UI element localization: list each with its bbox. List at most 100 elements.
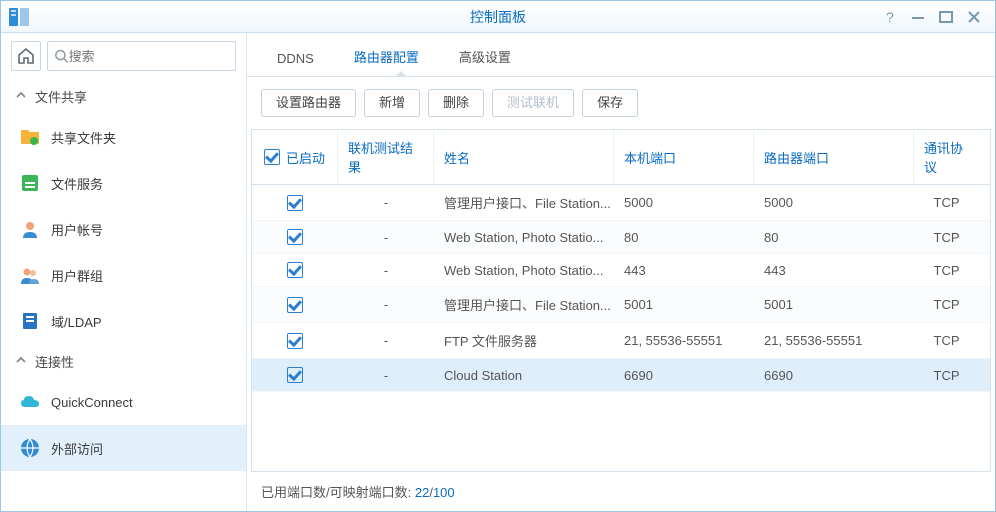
svg-text:?: ? [886, 10, 894, 24]
cell-local: 5001 [614, 287, 754, 322]
delete-button[interactable]: 删除 [428, 89, 484, 117]
table-row[interactable]: -管理用户接口、File Station...50005000TCP [252, 185, 990, 221]
tab-advanced[interactable]: 高级设置 [439, 37, 531, 76]
app-icon [5, 3, 33, 31]
folder-share-icon [19, 126, 41, 148]
cell-name: 管理用户接口、File Station... [434, 185, 614, 220]
cell-local: 21, 55536-55551 [614, 323, 754, 358]
test-connection-button[interactable]: 测试联机 [492, 89, 574, 117]
file-services-icon [19, 172, 41, 194]
titlebar: 控制面板 ? [1, 1, 995, 33]
cell-router: 443 [754, 254, 914, 286]
close-button[interactable] [965, 8, 983, 26]
checkbox[interactable] [287, 297, 303, 313]
user-icon [19, 218, 41, 240]
search-input[interactable] [69, 49, 229, 64]
cell-test: - [338, 221, 434, 253]
cell-router: 6690 [754, 359, 914, 391]
cell-local: 6690 [614, 359, 754, 391]
checkbox-header[interactable] [264, 149, 280, 165]
home-button[interactable] [11, 41, 41, 71]
sidebar-item-label: 外部访问 [51, 439, 103, 458]
checkbox[interactable] [287, 333, 303, 349]
sidebar-item-file-services[interactable]: 文件服务 [1, 160, 246, 206]
main-panel: DDNS 路由器配置 高级设置 设置路由器 新增 删除 测试联机 保存 已启动 … [247, 33, 995, 511]
checkbox[interactable] [287, 262, 303, 278]
tab-ddns[interactable]: DDNS [257, 41, 334, 76]
cell-name: Cloud Station [434, 359, 614, 391]
maximize-button[interactable] [937, 8, 955, 26]
col-name[interactable]: 姓名 [434, 130, 614, 184]
cell-protocol: TCP [914, 287, 979, 322]
sidebar-item-domain-ldap[interactable]: 域/LDAP [1, 298, 246, 344]
cell-test: - [338, 323, 434, 358]
sidebar-item-user[interactable]: 用户帐号 [1, 206, 246, 252]
cell-local: 443 [614, 254, 754, 286]
cell-router: 5001 [754, 287, 914, 322]
sidebar-item-label: 用户群组 [51, 266, 103, 285]
ldap-icon [19, 310, 41, 332]
search-wrap[interactable] [47, 41, 236, 71]
ports-used: 22 [415, 485, 429, 500]
sidebar-item-label: 用户帐号 [51, 220, 103, 239]
col-local-port[interactable]: 本机端口 [614, 130, 754, 184]
sidebar-item-external-access[interactable]: 外部访问 [1, 425, 246, 471]
checkbox[interactable] [287, 229, 303, 245]
checkbox[interactable] [287, 195, 303, 211]
sidebar: 文件共享 共享文件夹 文件服务 用户帐号 用户群组 域/LDAP [1, 33, 247, 511]
col-test-result[interactable]: 联机测试结果 [338, 130, 434, 184]
group-icon [19, 264, 41, 286]
sidebar-item-quickconnect[interactable]: QuickConnect [1, 379, 246, 425]
cell-local: 5000 [614, 185, 754, 220]
cell-test: - [338, 254, 434, 286]
chevron-up-icon [15, 354, 27, 369]
cell-name: FTP 文件服务器 [434, 323, 614, 358]
cell-test: - [338, 287, 434, 322]
cell-router: 80 [754, 221, 914, 253]
category-label: 文件共享 [35, 87, 87, 106]
col-enabled[interactable]: 已启动 [252, 130, 338, 184]
tab-router-config[interactable]: 路由器配置 [334, 37, 439, 76]
create-button[interactable]: 新增 [364, 89, 420, 117]
sidebar-item-shared-folder[interactable]: 共享文件夹 [1, 114, 246, 160]
ports-total: 100 [433, 485, 455, 500]
save-button[interactable]: 保存 [582, 89, 638, 117]
globe-icon [19, 437, 41, 459]
cell-test: - [338, 359, 434, 391]
cell-router: 5000 [754, 185, 914, 220]
help-button[interactable]: ? [881, 8, 899, 26]
table-row[interactable]: -Web Station, Photo Statio...8080TCP [252, 221, 990, 254]
sidebar-item-group[interactable]: 用户群组 [1, 252, 246, 298]
cell-protocol: TCP [914, 221, 979, 253]
category-connectivity[interactable]: 连接性 [1, 344, 246, 379]
cell-router: 21, 55536-55551 [754, 323, 914, 358]
cell-name: Web Station, Photo Statio... [434, 254, 614, 286]
table-row[interactable]: -Web Station, Photo Statio...443443TCP [252, 254, 990, 287]
cell-name: Web Station, Photo Statio... [434, 221, 614, 253]
toolbar: 设置路由器 新增 删除 测试联机 保存 [247, 77, 995, 129]
table-row[interactable]: -Cloud Station66906690TCP [252, 359, 990, 392]
setup-router-button[interactable]: 设置路由器 [261, 89, 356, 117]
search-icon [54, 48, 69, 64]
footer: 已用端口数/可映射端口数: 22/100 [247, 472, 995, 511]
table-row[interactable]: -FTP 文件服务器21, 55536-5555121, 55536-55551… [252, 323, 990, 359]
col-router-port[interactable]: 路由器端口 [754, 130, 914, 184]
port-table: 已启动 联机测试结果 姓名 本机端口 路由器端口 通讯协议 -管理用户接口、Fi… [251, 129, 991, 472]
cell-protocol: TCP [914, 323, 979, 358]
table-row[interactable]: -管理用户接口、File Station...50015001TCP [252, 287, 990, 323]
home-icon [17, 47, 35, 65]
col-protocol[interactable]: 通讯协议 [914, 130, 979, 184]
window-title: 控制面板 [1, 7, 995, 27]
category-label: 连接性 [35, 352, 74, 371]
minimize-button[interactable] [909, 8, 927, 26]
window-buttons: ? [881, 8, 995, 26]
tabs: DDNS 路由器配置 高级设置 [247, 33, 995, 77]
checkbox[interactable] [287, 367, 303, 383]
category-file-sharing[interactable]: 文件共享 [1, 79, 246, 114]
sidebar-item-label: QuickConnect [51, 395, 133, 410]
cell-name: 管理用户接口、File Station... [434, 287, 614, 322]
table-header: 已启动 联机测试结果 姓名 本机端口 路由器端口 通讯协议 [251, 129, 991, 185]
cell-protocol: TCP [914, 185, 979, 220]
cell-test: - [338, 185, 434, 220]
window: 控制面板 ? 文件共享 共享文件夹 [0, 0, 996, 512]
